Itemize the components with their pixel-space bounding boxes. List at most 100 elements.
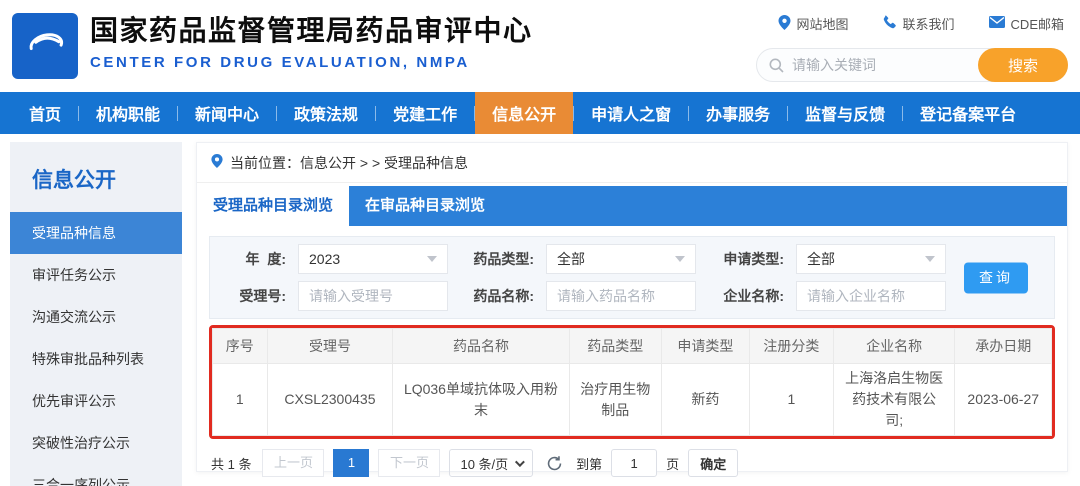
cde-swoosh-icon bbox=[22, 21, 68, 72]
sitemap-link[interactable]: 网站地图 bbox=[778, 14, 849, 33]
mail-link[interactable]: CDE邮箱 bbox=[988, 14, 1064, 33]
contact-link[interactable]: 联系我们 bbox=[883, 14, 955, 33]
cell-date: 2023-06-27 bbox=[954, 363, 1052, 436]
col-header-acceptance-no: 受理号 bbox=[266, 328, 394, 364]
nav-item-applicant-window[interactable]: 申请人之窗 bbox=[574, 92, 688, 134]
drug-name-input[interactable] bbox=[546, 281, 696, 311]
cell-company: 上海洛启生物医药技术有限公司; bbox=[832, 363, 956, 436]
nav-item-functions[interactable]: 机构职能 bbox=[79, 92, 177, 134]
sidebar: 信息公开 受理品种信息 审评任务公示 沟通交流公示 特殊审批品种列表 优先审评公… bbox=[10, 142, 182, 486]
nav-item-home[interactable]: 首页 bbox=[12, 92, 78, 134]
sidebar-item-review-tasks[interactable]: 审评任务公示 bbox=[10, 254, 182, 296]
goto-page-suffix: 页 bbox=[666, 456, 680, 472]
sidebar-item-special-approval[interactable]: 特殊审批品种列表 bbox=[10, 338, 182, 380]
filter-panel: 年 度: 2023 药品类型: 全部 申请类型: 全部 受理号: 药品名称: bbox=[209, 236, 1055, 319]
drug-type-select[interactable]: 全部 bbox=[546, 244, 696, 274]
col-header-drug-name: 药品名称 bbox=[392, 328, 570, 364]
nav-item-services[interactable]: 办事服务 bbox=[689, 92, 787, 134]
goto-page-label: 到第 bbox=[576, 456, 603, 472]
page-1-button[interactable]: 1 bbox=[333, 449, 370, 477]
page-subtitle: CENTER FOR DRUG EVALUATION, NMPA bbox=[90, 53, 470, 71]
sidebar-item-breakthrough-therapy[interactable]: 突破性治疗公示 bbox=[10, 422, 182, 464]
pagination: 共 1 条 上一页 1 下一页 10 条/页 到第 页 确定 bbox=[211, 449, 1053, 477]
acceptance-no-input[interactable] bbox=[298, 281, 448, 311]
apply-type-value: 全部 bbox=[807, 251, 835, 267]
cell-reg-class: 1 bbox=[748, 363, 834, 436]
prev-page-button[interactable]: 上一页 bbox=[262, 449, 325, 477]
sidebar-item-accepted-varieties[interactable]: 受理品种信息 bbox=[10, 212, 182, 254]
chevron-down-icon bbox=[925, 256, 935, 262]
chevron-down-icon bbox=[675, 256, 685, 262]
table-row: 1 CXSL2300435 LQ036单域抗体吸入用粉末 治疗用生物制品 新药 … bbox=[212, 363, 1052, 436]
cell-acceptance-no: CXSL2300435 bbox=[266, 363, 394, 436]
acceptance-no-label: 受理号: bbox=[239, 288, 286, 304]
location-pin-icon bbox=[211, 154, 223, 171]
company-name-input[interactable] bbox=[796, 281, 946, 311]
drug-type-label: 药品类型: bbox=[473, 251, 534, 267]
cell-apply-type: 新药 bbox=[660, 363, 750, 436]
sidebar-item-priority-review[interactable]: 优先审评公示 bbox=[10, 380, 182, 422]
site-header: 国家药品监督管理局药品审评中心 CENTER FOR DRUG EVALUATI… bbox=[0, 0, 1080, 92]
year-label: 年 度: bbox=[245, 251, 286, 267]
nav-item-supervision[interactable]: 监督与反馈 bbox=[788, 92, 902, 134]
goto-page-input[interactable] bbox=[611, 449, 658, 477]
phone-icon bbox=[883, 15, 897, 32]
content-card: 当前位置：信息公开 > > 受理品种信息 受理品种目录浏览 在审品种目录浏览 年… bbox=[196, 142, 1068, 477]
mail-icon bbox=[988, 16, 1005, 31]
drug-type-value: 全部 bbox=[557, 251, 585, 267]
chevron-down-icon bbox=[427, 256, 437, 262]
company-name-label: 企业名称: bbox=[723, 288, 784, 304]
total-count: 共 1 条 bbox=[211, 456, 252, 472]
table-header-row: 序号 受理号 药品名称 药品类型 申请类型 注册分类 企业名称 承办日期 bbox=[212, 328, 1052, 364]
map-pin-icon bbox=[778, 14, 791, 33]
cell-drug-type: 治疗用生物制品 bbox=[568, 363, 662, 436]
nav-item-news[interactable]: 新闻中心 bbox=[178, 92, 276, 134]
year-value: 2023 bbox=[309, 251, 341, 267]
page: 国家药品监督管理局药品审评中心 CENTER FOR DRUG EVALUATI… bbox=[0, 0, 1080, 486]
col-header-drug-type: 药品类型 bbox=[568, 328, 662, 364]
quick-links: 网站地图 联系我们 CDE邮箱 bbox=[778, 14, 1064, 33]
page-size-value: 10 条/页 bbox=[460, 456, 509, 472]
chevron-down-icon bbox=[515, 456, 526, 467]
sidebar-item-three-in-one[interactable]: 三合一序列公示 bbox=[10, 464, 182, 486]
search-button[interactable]: 搜索 bbox=[978, 48, 1068, 82]
cde-logo bbox=[12, 13, 78, 79]
year-select[interactable]: 2023 bbox=[298, 244, 448, 274]
apply-type-label: 申请类型: bbox=[723, 251, 784, 267]
nav-item-registration-platform[interactable]: 登记备案平台 bbox=[903, 92, 1033, 134]
sitemap-label: 网站地图 bbox=[796, 17, 849, 32]
tab-accepted-catalog[interactable]: 受理品种目录浏览 bbox=[197, 186, 349, 226]
site-titles: 国家药品监督管理局药品审评中心 CENTER FOR DRUG EVALUATI… bbox=[90, 14, 533, 71]
results-table: 序号 受理号 药品名称 药品类型 申请类型 注册分类 企业名称 承办日期 1 C… bbox=[212, 328, 1052, 436]
col-header-seq: 序号 bbox=[212, 328, 268, 364]
nav-item-party[interactable]: 党建工作 bbox=[376, 92, 474, 134]
confirm-button[interactable]: 确定 bbox=[688, 449, 739, 477]
nav-item-info-disclosure[interactable]: 信息公开 bbox=[475, 92, 574, 134]
apply-type-select[interactable]: 全部 bbox=[796, 244, 946, 274]
search-input[interactable] bbox=[792, 57, 978, 73]
search-icon bbox=[769, 58, 784, 73]
site-search: 搜索 bbox=[756, 48, 1068, 82]
query-button[interactable]: 查询 bbox=[964, 262, 1028, 293]
drug-name-label: 药品名称: bbox=[473, 288, 534, 304]
cell-drug-name: LQ036单域抗体吸入用粉末 bbox=[392, 363, 570, 436]
sidebar-item-communication[interactable]: 沟通交流公示 bbox=[10, 296, 182, 338]
col-header-company: 企业名称 bbox=[832, 328, 956, 364]
col-header-date: 承办日期 bbox=[954, 328, 1052, 364]
breadcrumb: 当前位置：信息公开 > > 受理品种信息 bbox=[197, 143, 1067, 183]
col-header-reg-class: 注册分类 bbox=[748, 328, 834, 364]
sidebar-title: 信息公开 bbox=[32, 169, 116, 192]
page-size-select[interactable]: 10 条/页 bbox=[449, 449, 534, 477]
next-page-button[interactable]: 下一页 bbox=[378, 449, 441, 477]
page-title: 国家药品监督管理局药品审评中心 bbox=[90, 15, 533, 46]
tab-under-review-catalog[interactable]: 在审品种目录浏览 bbox=[349, 186, 501, 226]
main-nav: 首页 机构职能 新闻中心 政策法规 党建工作 信息公开 申请人之窗 办事服务 监… bbox=[0, 92, 1080, 134]
contact-label: 联系我们 bbox=[902, 17, 955, 32]
tab-bar: 受理品种目录浏览 在审品种目录浏览 bbox=[197, 186, 1067, 226]
nav-item-policies[interactable]: 政策法规 bbox=[277, 92, 375, 134]
breadcrumb-text: 当前位置：信息公开 > > 受理品种信息 bbox=[230, 154, 469, 171]
cell-seq: 1 bbox=[212, 363, 268, 436]
col-header-apply-type: 申请类型 bbox=[660, 328, 750, 364]
refresh-icon[interactable] bbox=[546, 455, 563, 472]
mail-label: CDE邮箱 bbox=[1010, 17, 1064, 32]
